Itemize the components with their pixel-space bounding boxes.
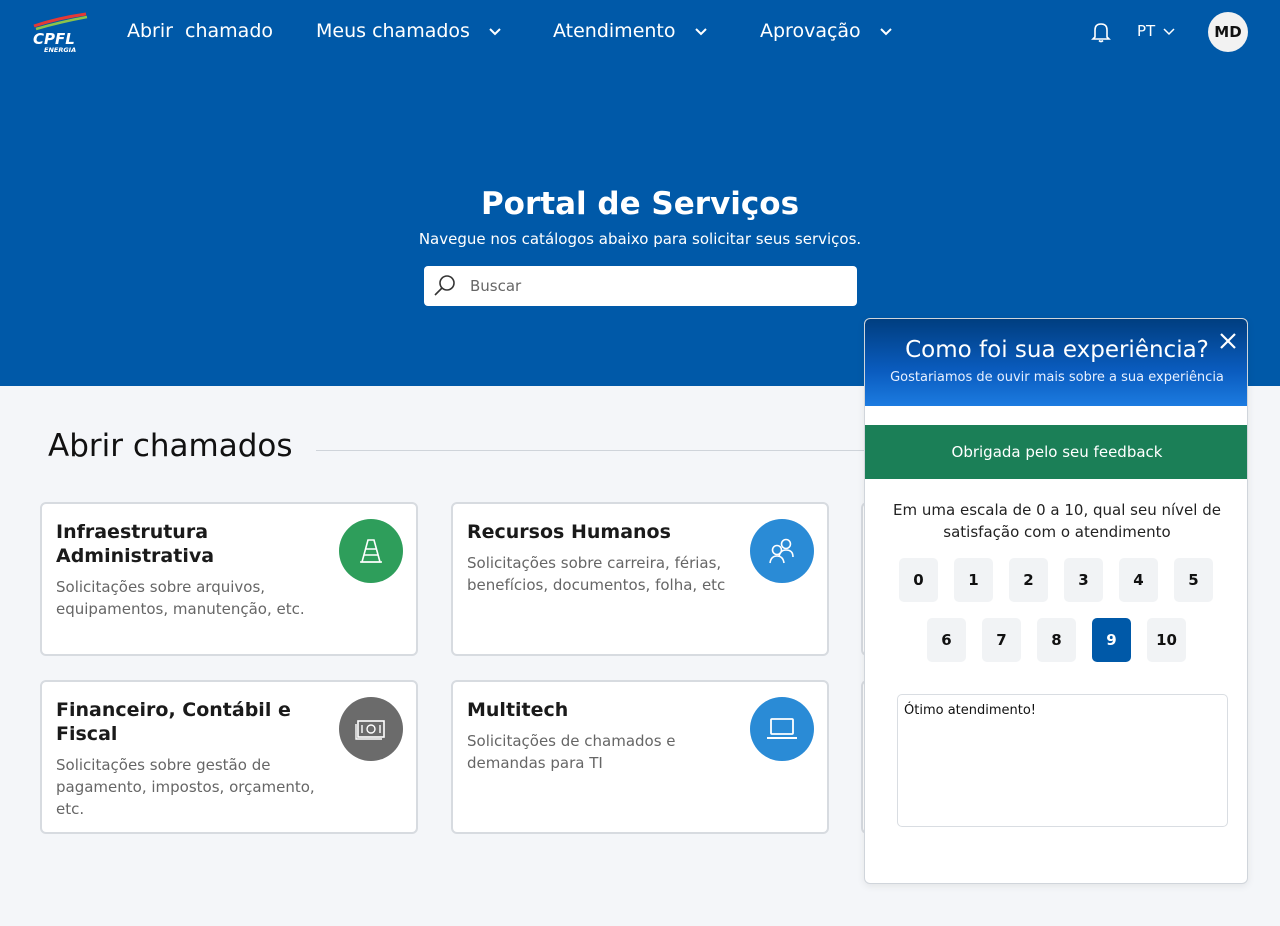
people-icon <box>750 519 814 583</box>
chevron-down-icon <box>1163 28 1175 36</box>
score-button-7[interactable]: 7 <box>982 618 1021 662</box>
nav-label: Meus chamados <box>316 20 470 42</box>
nav-aprovacao[interactable]: Aprovação <box>760 20 893 42</box>
score-button-6[interactable]: 6 <box>927 618 966 662</box>
score-button-8[interactable]: 8 <box>1037 618 1076 662</box>
nav-meus-chamados[interactable]: Meus chamados <box>316 20 502 42</box>
score-button-1[interactable]: 1 <box>954 558 993 602</box>
score-button-0[interactable]: 0 <box>899 558 938 602</box>
cpfl-logo[interactable]: CPFL ENERGIA <box>30 12 90 54</box>
card-description: Solicitações sobre carreira, férias, ben… <box>467 554 726 594</box>
feedback-title: Como foi sua experiência? <box>905 337 1209 363</box>
score-button-5[interactable]: 5 <box>1174 558 1213 602</box>
search-input[interactable] <box>470 266 850 306</box>
card-financeiro[interactable]: Financeiro, Contábil e Fiscal Solicitaçõ… <box>40 680 418 834</box>
score-button-10[interactable]: 10 <box>1147 618 1186 662</box>
laptop-icon <box>750 697 814 761</box>
card-description: Solicitações sobre gestão de pagamento, … <box>56 756 315 818</box>
top-navigation: CPFL ENERGIA Abrir chamado Meus chamados… <box>0 0 1280 64</box>
score-button-9[interactable]: 9 <box>1092 618 1131 662</box>
close-icon[interactable] <box>1218 331 1238 351</box>
nav-abrir-chamado[interactable]: Abrir chamado <box>127 20 273 42</box>
feedback-panel: Como foi sua experiência? Gostariamos de… <box>864 318 1248 884</box>
search-box <box>424 266 857 306</box>
card-description: Solicitações sobre arquivos, equipamento… <box>56 578 305 618</box>
chevron-down-icon <box>489 28 501 36</box>
card-title: Infraestrutura Administrativa <box>56 521 215 567</box>
money-icon <box>339 697 403 761</box>
score-button-4[interactable]: 4 <box>1119 558 1158 602</box>
card-title: Multitech <box>467 699 569 721</box>
thanks-banner: Obrigada pelo seu feedback <box>865 425 1247 479</box>
section-title: Abrir chamados <box>48 428 293 464</box>
logo-subtext: ENERGIA <box>44 46 76 54</box>
search-icon <box>434 275 455 296</box>
nav-atendimento[interactable]: Atendimento <box>553 20 708 42</box>
card-title: Financeiro, Contábil e Fiscal <box>56 699 291 745</box>
card-multitech[interactable]: Multitech Solicitações de chamados e dem… <box>451 680 829 834</box>
score-button-2[interactable]: 2 <box>1009 558 1048 602</box>
feedback-subtitle: Gostariamos de ouvir mais sobre a sua ex… <box>890 370 1224 385</box>
language-selector[interactable]: PT <box>1137 22 1175 40</box>
page-subtitle: Navegue nos catálogos abaixo para solici… <box>418 230 862 248</box>
road-cone-icon <box>339 519 403 583</box>
feedback-header: Como foi sua experiência? Gostariamos de… <box>865 319 1247 406</box>
language-label: PT <box>1137 22 1156 40</box>
avatar[interactable]: MD <box>1208 12 1248 52</box>
chevron-down-icon <box>879 28 892 36</box>
comment-textarea[interactable]: Ótimo atendimento! <box>897 694 1228 827</box>
page-title: Portal de Serviços <box>480 186 800 222</box>
satisfaction-question: Em uma escala de 0 a 10, qual seu nível … <box>893 501 1221 541</box>
card-description: Solicitações de chamados e demandas para… <box>467 732 676 772</box>
nav-label: Abrir chamado <box>127 20 274 42</box>
score-button-3[interactable]: 3 <box>1064 558 1103 602</box>
nav-label: Aprovação <box>760 20 861 42</box>
card-infraestrutura[interactable]: Infraestrutura Administrativa Solicitaçõ… <box>40 502 418 656</box>
card-recursos-humanos[interactable]: Recursos Humanos Solicitações sobre carr… <box>451 502 829 656</box>
bell-icon[interactable] <box>1090 21 1112 43</box>
section-divider <box>316 450 876 451</box>
nav-label: Atendimento <box>553 20 676 42</box>
card-title: Recursos Humanos <box>467 521 671 543</box>
chevron-down-icon <box>694 28 707 36</box>
